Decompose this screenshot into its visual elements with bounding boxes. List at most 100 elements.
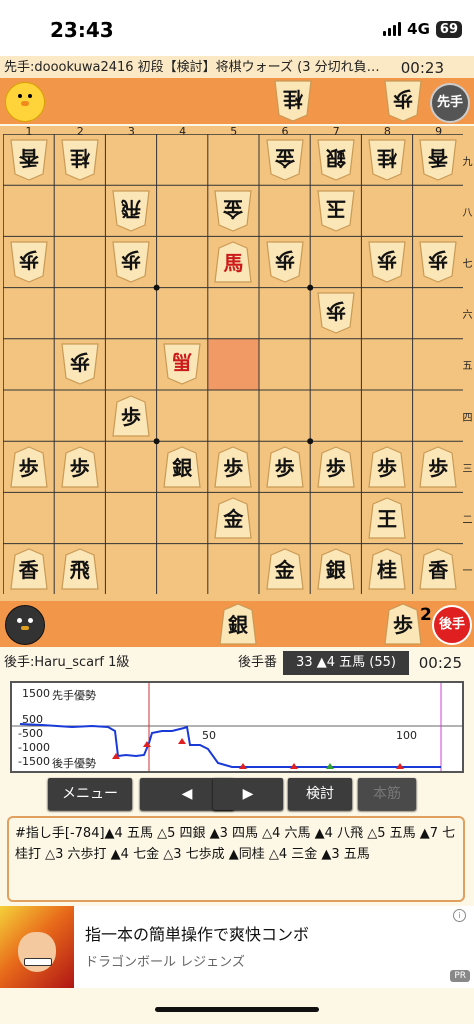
evaluation-graph[interactable]: 1500 先手優勢 500 -500 -1000 -1500 後手優勢 50 1… xyxy=(10,681,464,773)
sente-piece[interactable]: 歩 xyxy=(368,446,406,488)
kifu-text-box[interactable]: #指し手[-784]▲4 五馬 △5 四銀 ▲3 四馬 △4 六馬 ▲4 八飛 … xyxy=(7,816,465,902)
star-point xyxy=(307,438,314,445)
piece-label: 香 xyxy=(18,145,39,170)
piece-label: 桂 xyxy=(377,558,397,583)
piece-label: 歩 xyxy=(428,455,449,480)
gote-player-info: 後手:Haru_scarf 1級 xyxy=(4,655,130,670)
gote-piece[interactable]: 歩 xyxy=(265,241,304,283)
ad-pr-badge: PR xyxy=(450,970,470,982)
sente-piece[interactable]: 歩 xyxy=(214,446,253,488)
sente-piece[interactable]: 馬 xyxy=(214,241,253,283)
ad-title[interactable]: 指一本の簡単操作で爽快コンボ xyxy=(85,921,309,945)
sente-hand-piece[interactable]: 桂 xyxy=(274,80,312,122)
gote-avatar[interactable] xyxy=(5,605,45,645)
piece-label: 桂 xyxy=(69,145,90,170)
gote-piece[interactable]: 香 xyxy=(9,138,48,181)
sente-piece[interactable]: 香 xyxy=(419,548,457,590)
status-indicators: 4G 69 xyxy=(383,20,462,38)
piece-label: 歩 xyxy=(121,404,141,429)
sente-piece[interactable]: 王 xyxy=(368,497,406,539)
gote-piece[interactable]: 歩 xyxy=(419,241,457,283)
status-time: 23:43 xyxy=(50,18,114,42)
gote-piece[interactable]: 歩 xyxy=(9,241,48,283)
sente-piece[interactable]: 飛 xyxy=(61,548,99,590)
gote-piece[interactable]: 馬 xyxy=(163,343,201,386)
gote-piece[interactable]: 桂 xyxy=(61,138,99,181)
gote-piece[interactable]: 金 xyxy=(214,190,253,232)
sente-hand-piece[interactable]: 歩 xyxy=(384,80,422,122)
gote-info-bar: 後手:Haru_scarf 1級 後手番 33 ▲4 五馬 (55) 00:25 xyxy=(0,648,474,678)
piece-label: 香 xyxy=(428,145,449,170)
board-grid[interactable]: 香桂金銀桂香飛金玉歩歩馬歩歩歩歩歩馬歩歩歩銀歩歩歩歩歩金王香飛金銀桂香 xyxy=(3,134,463,594)
sente-piece[interactable]: 歩 xyxy=(9,446,48,488)
gote-piece[interactable]: 香 xyxy=(419,138,457,181)
piece-label: 歩 xyxy=(377,248,397,272)
main-line-button[interactable]: 本筋 xyxy=(358,778,416,810)
piece-label: 歩 xyxy=(69,455,90,480)
piece-label: 金 xyxy=(223,196,244,221)
piece-label: 飛 xyxy=(69,558,90,583)
sente-piece[interactable]: 歩 xyxy=(317,446,355,488)
sente-piece[interactable]: 香 xyxy=(9,548,48,590)
ad-banner[interactable]: 指一本の簡単操作で爽快コンボ ドラゴンボール レジェンズ i PR xyxy=(0,906,474,988)
sente-piece[interactable]: 銀 xyxy=(317,548,355,590)
piece-label: 銀 xyxy=(325,558,346,583)
star-point xyxy=(153,438,160,445)
sente-piece[interactable]: 金 xyxy=(265,548,304,590)
gote-hand-piece[interactable]: 歩 xyxy=(384,603,422,645)
piece-label: 歩 xyxy=(223,455,244,480)
piece-label: 歩 xyxy=(325,455,346,480)
piece-label: 銀 xyxy=(228,613,248,637)
piece-label: 歩 xyxy=(377,455,397,480)
control-buttons: メニュー ◀ ▶ 検討 本筋 xyxy=(0,778,474,812)
gote-clock: 00:25 xyxy=(418,654,462,672)
star-point xyxy=(153,284,160,291)
piece-label: 香 xyxy=(18,558,39,583)
ad-subtitle[interactable]: ドラゴンボール レジェンズ xyxy=(85,951,245,970)
piece-label: 香 xyxy=(428,558,449,583)
sente-piece[interactable]: 金 xyxy=(214,497,253,539)
analyze-button[interactable]: 検討 xyxy=(288,778,352,810)
ad-info-icon[interactable]: i xyxy=(453,909,466,922)
piece-label: 金 xyxy=(274,558,295,583)
network-label: 4G xyxy=(407,20,430,38)
piece-label: 馬 xyxy=(223,251,244,275)
shogi-board[interactable]: 123456789 九八七六五四三二一 香桂金銀桂香飛金玉歩歩馬歩歩歩歩歩馬歩歩… xyxy=(0,125,474,601)
turn-label: 後手番 xyxy=(238,655,278,670)
gote-piece[interactable]: 金 xyxy=(265,138,304,181)
piece-label: 銀 xyxy=(172,455,193,480)
sente-piece[interactable]: 歩 xyxy=(419,446,457,488)
sente-piece[interactable]: 銀 xyxy=(163,446,201,488)
gote-piece[interactable]: 飛 xyxy=(112,190,150,232)
sente-avatar[interactable] xyxy=(5,82,45,122)
gote-piece[interactable]: 桂 xyxy=(368,138,406,181)
piece-label: 歩 xyxy=(18,248,39,272)
piece-label: 金 xyxy=(274,145,295,170)
gote-piece[interactable]: 玉 xyxy=(317,190,355,232)
sente-piece[interactable]: 歩 xyxy=(265,446,304,488)
gote-piece[interactable]: 銀 xyxy=(317,138,355,181)
evaluation-line xyxy=(19,723,441,768)
piece-label: 歩 xyxy=(274,248,295,272)
home-indicator[interactable] xyxy=(155,1007,319,1012)
gote-piece[interactable]: 歩 xyxy=(317,292,355,334)
piece-label: 歩 xyxy=(18,455,39,480)
current-move-display: 33 ▲4 五馬 (55) xyxy=(283,651,409,675)
gote-hand-piece[interactable]: 銀 xyxy=(219,603,257,645)
sente-player-info: 先手:doookuwa2416 初段【検討】将棋ウォーズ (3 分切れ負… xyxy=(4,60,380,75)
sente-piece[interactable]: 歩 xyxy=(112,394,150,437)
sente-clock: 00:23 xyxy=(400,59,444,77)
sente-badge: 先手 xyxy=(430,83,470,123)
sente-piece[interactable]: 桂 xyxy=(368,548,406,590)
sente-piece[interactable]: 歩 xyxy=(61,446,99,488)
gote-piece[interactable]: 歩 xyxy=(368,241,406,283)
ad-image[interactable] xyxy=(0,906,74,988)
piece-label: 飛 xyxy=(121,196,141,221)
piece-label: 歩 xyxy=(428,248,449,272)
gote-piece[interactable]: 歩 xyxy=(112,241,150,283)
menu-button[interactable]: メニュー xyxy=(48,778,132,810)
gote-piece[interactable]: 歩 xyxy=(61,343,99,386)
next-move-button[interactable]: ▶ xyxy=(213,778,283,810)
battery-icon: 69 xyxy=(435,20,462,38)
piece-label: 歩 xyxy=(121,248,141,272)
